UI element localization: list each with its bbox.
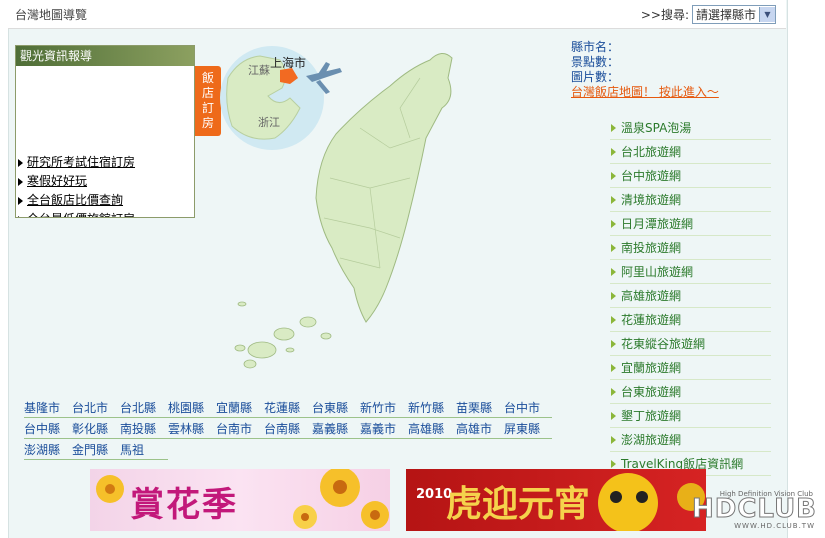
news-panel: 觀光資訊報導 研究所考試住宿訂房 寒假好好玩 全台飯店比價查詢 全台最低價旅館訂… — [15, 45, 195, 218]
page-title: 台灣地圖導覽 — [15, 8, 88, 22]
bullet-triangle-icon — [611, 411, 616, 420]
bullet-triangle-icon — [611, 195, 616, 204]
list-item[interactable]: 墾丁旅遊網 — [610, 404, 771, 428]
county-link[interactable]: 台南縣 — [264, 421, 312, 439]
bullet-triangle-icon — [611, 363, 616, 372]
bullet-triangle-icon — [18, 196, 23, 205]
county-link[interactable]: 高雄縣 — [408, 421, 456, 439]
bullet-triangle-icon — [611, 387, 616, 396]
bullet-triangle-icon — [18, 177, 23, 186]
top-bar: 台灣地圖導覽 >>搜尋: 請選擇縣市 ▼ — [8, 0, 786, 29]
bullet-triangle-icon — [611, 291, 616, 300]
county-link[interactable]: 桃園縣 — [168, 400, 216, 418]
county-link[interactable]: 台中縣 — [24, 421, 72, 439]
county-link[interactable]: 台南市 — [216, 421, 264, 439]
county-link[interactable]: 馬祖 — [120, 442, 168, 460]
county-link[interactable]: 新竹市 — [360, 400, 408, 418]
county-link[interactable]: 台北縣 — [120, 400, 168, 418]
county-link[interactable]: 基隆市 — [24, 400, 72, 418]
county-link[interactable]: 台中市 — [504, 400, 552, 418]
list-item[interactable]: 溫泉SPA泡湯 — [610, 116, 771, 140]
county-link[interactable]: 苗栗縣 — [456, 400, 504, 418]
bullet-triangle-icon — [611, 219, 616, 228]
county-link[interactable]: 雲林縣 — [168, 421, 216, 439]
bullet-triangle-icon — [611, 339, 616, 348]
county-link[interactable]: 南投縣 — [120, 421, 168, 439]
news-item[interactable]: 全台最低價旅館訂房 — [16, 210, 194, 217]
county-link[interactable]: 宜蘭縣 — [216, 400, 264, 418]
list-item[interactable]: 台中旅遊網 — [610, 164, 771, 188]
taiwan-map[interactable] — [220, 38, 580, 398]
county-link[interactable]: 台東縣 — [312, 400, 360, 418]
flower-banner-title: 賞花季 — [130, 485, 238, 525]
list-item[interactable]: 南投旅遊網 — [610, 236, 771, 260]
bullet-triangle-icon — [611, 315, 616, 324]
list-item[interactable]: 宜蘭旅遊網 — [610, 356, 771, 380]
hotel-map-link[interactable]: 台灣飯店地圖！ 按此進入～ — [571, 85, 719, 100]
search-label: >>搜尋: — [640, 8, 689, 22]
lantern-festival-banner[interactable]: 2010 虎迎元宵 — [406, 469, 706, 531]
bullet-triangle-icon — [611, 243, 616, 252]
county-row: 基隆市 台北市 台北縣 桃園縣 宜蘭縣 花蓮縣 台東縣 新竹市 新竹縣 苗栗縣 … — [24, 400, 569, 421]
list-item[interactable]: 日月潭旅遊網 — [610, 212, 771, 236]
travel-links-list: 溫泉SPA泡湯 台北旅遊網 台中旅遊網 清境旅遊網 日月潭旅遊網 南投旅遊網 阿… — [610, 116, 771, 476]
county-select[interactable]: 請選擇縣市 ▼ — [691, 5, 776, 24]
list-item[interactable]: 高雄旅遊網 — [610, 284, 771, 308]
shanghai-label[interactable]: 上海市 — [270, 54, 306, 71]
county-link[interactable]: 屏東縣 — [504, 421, 552, 439]
news-list: 研究所考試住宿訂房 寒假好好玩 全台飯店比價查詢 全台最低價旅館訂房 — [16, 153, 194, 217]
county-link[interactable]: 花蓮縣 — [264, 400, 312, 418]
news-title: 觀光資訊報導 — [16, 46, 194, 66]
bullet-triangle-icon — [611, 171, 616, 180]
county-link[interactable]: 澎湖縣 — [24, 442, 72, 460]
county-row: 台中縣 彰化縣 南投縣 雲林縣 台南市 台南縣 嘉義縣 嘉義市 高雄縣 高雄市 … — [24, 421, 569, 442]
list-item[interactable]: 阿里山旅遊網 — [610, 260, 771, 284]
bullet-triangle-icon — [611, 435, 616, 444]
bullet-triangle-icon — [611, 267, 616, 276]
jiangsu-label: 江蘇 — [248, 64, 270, 77]
list-item[interactable]: 台東旅遊網 — [610, 380, 771, 404]
zhejiang-label: 浙江 — [258, 116, 280, 129]
bullet-triangle-icon — [611, 123, 616, 132]
list-item[interactable]: 花東縱谷旅遊網 — [610, 332, 771, 356]
bullet-triangle-icon — [611, 147, 616, 156]
county-link[interactable]: 嘉義縣 — [312, 421, 360, 439]
chevron-down-icon[interactable]: ▼ — [759, 7, 775, 22]
county-link[interactable]: 新竹縣 — [408, 400, 456, 418]
county-info: 縣市名： 景點數： 圖片數： 台灣飯店地圖！ 按此進入～ — [571, 40, 719, 100]
flower-festival-banner[interactable]: 賞花季 — [90, 469, 390, 531]
county-links: 基隆市 台北市 台北縣 桃園縣 宜蘭縣 花蓮縣 台東縣 新竹市 新竹縣 苗栗縣 … — [24, 400, 569, 463]
county-link[interactable]: 台北市 — [72, 400, 120, 418]
hdclub-watermark: High Definition Vision Club HDCLUB WWW.H… — [692, 490, 817, 530]
news-item[interactable]: 研究所考試住宿訂房 — [16, 153, 194, 172]
bullet-triangle-icon — [611, 459, 616, 468]
county-select-value: 請選擇縣市 — [695, 8, 756, 22]
bullet-triangle-icon — [18, 215, 23, 217]
county-row: 澎湖縣 金門縣 馬祖 — [24, 442, 569, 463]
county-link[interactable]: 彰化縣 — [72, 421, 120, 439]
news-item[interactable]: 寒假好好玩 — [16, 172, 194, 191]
outlying-islands — [234, 301, 332, 369]
bullet-triangle-icon — [18, 158, 23, 167]
lantern-banner-title: 虎迎元宵 — [446, 483, 591, 525]
county-link[interactable]: 金門縣 — [72, 442, 120, 460]
images-count-label: 圖片數： — [571, 70, 620, 84]
list-item[interactable]: 花蓮旅遊網 — [610, 308, 771, 332]
county-link[interactable]: 高雄市 — [456, 421, 504, 439]
taiwan-island[interactable] — [315, 53, 453, 323]
hotel-booking-tab[interactable]: 飯 店 訂 房 — [195, 66, 221, 136]
list-item[interactable]: 澎湖旅遊網 — [610, 428, 771, 452]
search-area: >>搜尋: 請選擇縣市 ▼ — [641, 5, 776, 24]
spots-count-label: 景點數： — [571, 55, 620, 69]
county-link[interactable]: 嘉義市 — [360, 421, 408, 439]
list-item[interactable]: 清境旅遊網 — [610, 188, 771, 212]
news-item[interactable]: 全台飯店比價查詢 — [16, 191, 194, 210]
county-name-label: 縣市名： — [571, 40, 620, 54]
list-item[interactable]: 台北旅遊網 — [610, 140, 771, 164]
